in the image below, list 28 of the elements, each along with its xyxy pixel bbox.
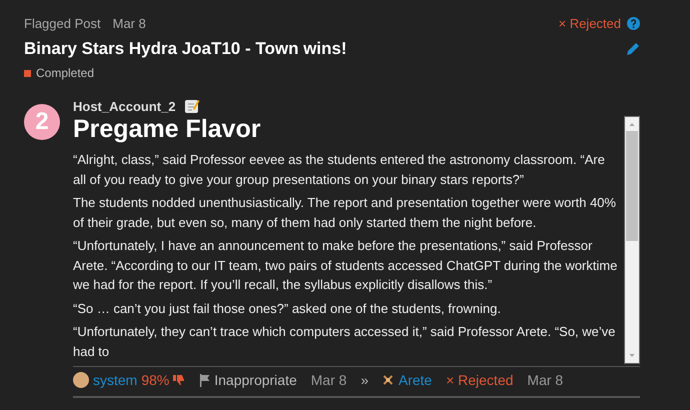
system-avatar bbox=[73, 372, 89, 388]
author-name[interactable]: Host_Account_2 bbox=[73, 98, 176, 114]
rejected-status: × Rejected bbox=[558, 16, 621, 31]
review-date: Mar 8 bbox=[527, 372, 564, 388]
review-result: × Rejected bbox=[446, 372, 514, 388]
memo-icon bbox=[184, 98, 200, 114]
flag-reason: Inappropriate bbox=[214, 372, 297, 388]
category-label[interactable]: Completed bbox=[36, 66, 94, 80]
flag-icon bbox=[199, 374, 210, 386]
post-heading: Pregame Flavor bbox=[73, 114, 262, 144]
score: 98% bbox=[141, 372, 170, 388]
thumbs-down-icon bbox=[173, 374, 186, 386]
paragraph: “Alright, class,” said Professor eevee as the students entered the astronomy classroom. “Are all of you ready to give your group presentations on your binary stars reports?” bbox=[73, 151, 606, 189]
reviewer-name[interactable]: Arete bbox=[398, 372, 432, 388]
flag-date: Mar 8 bbox=[310, 372, 347, 388]
paragraph: “So … can’t you just fail those ones?” asked one of the students, frowning. bbox=[73, 300, 502, 318]
reviewer-avatar-icon bbox=[382, 374, 394, 386]
paragraph: “Unfortunately, they can’t trace which computers accessed it,” said Professor Arete. “So, we’ve had to bbox=[73, 323, 616, 360]
pencil-icon[interactable] bbox=[626, 42, 640, 56]
flag-label: Flagged Post bbox=[24, 16, 101, 31]
paragraph: “Unfortunately, I have an announcement to make before the presentations,” said Professor Arete. “According to our IT team, two pairs of students accessed ChatGPT during the worktime we had for the report. If you’ll recall, the syllabus explicitly disallows this.” bbox=[73, 237, 618, 294]
scrollbar-drawing[interactable] bbox=[624, 116, 640, 364]
help-icon[interactable] bbox=[627, 17, 640, 30]
paragraph: The students nodded unenthusiastically. The report and presentation together were worth 40% of their grade, but even so, many of them had only started them the night before. bbox=[73, 194, 617, 232]
flagger-name[interactable]: system bbox=[93, 372, 138, 388]
topic-title[interactable]: Binary Stars Hydra JoaT10 - Town wins! bbox=[24, 39, 347, 59]
arrow-separator: » bbox=[360, 372, 368, 388]
flag-date: Mar 8 bbox=[112, 16, 146, 31]
